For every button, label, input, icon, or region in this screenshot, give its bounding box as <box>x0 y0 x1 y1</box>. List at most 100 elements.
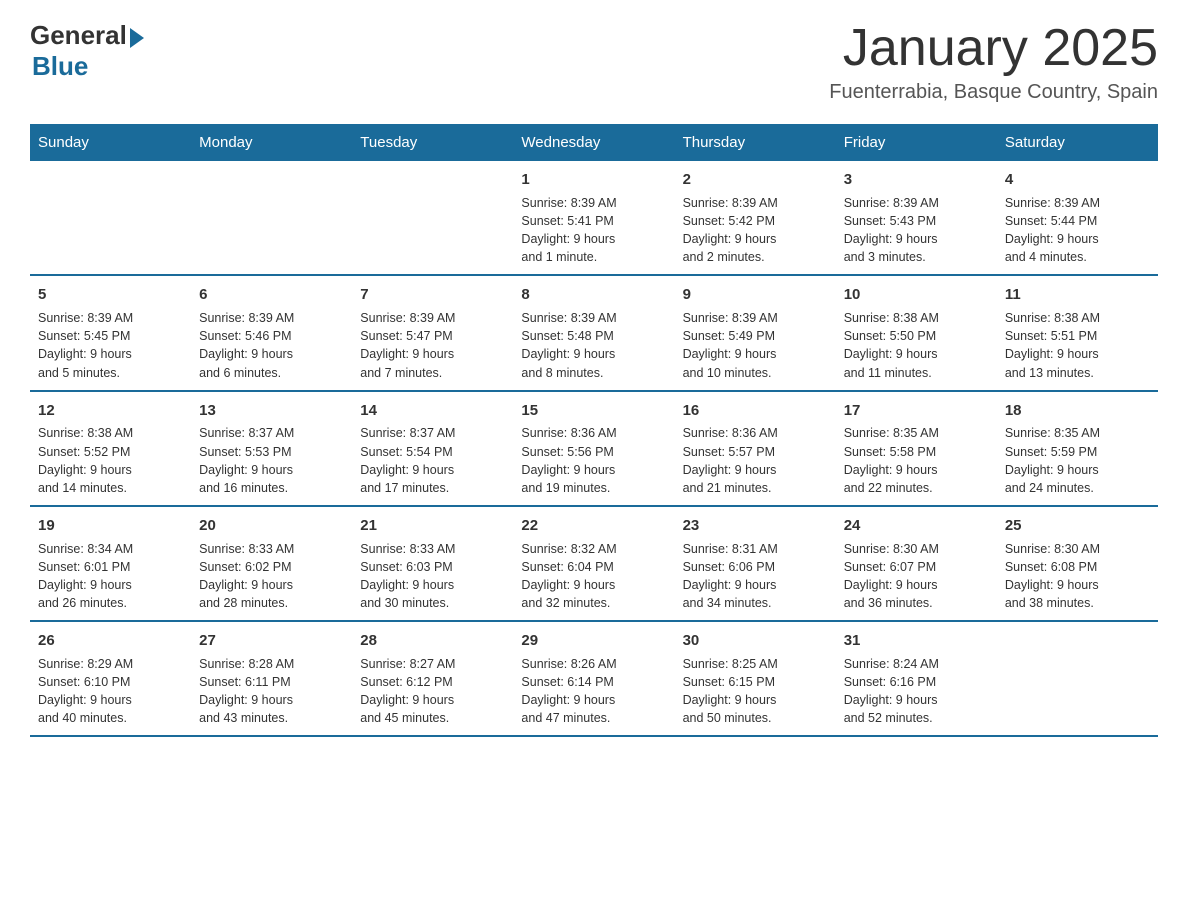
day-info: Sunrise: 8:29 AM Sunset: 6:10 PM Dayligh… <box>38 655 183 728</box>
logo-arrow-icon <box>130 28 144 48</box>
page-title: January 2025 <box>829 20 1158 77</box>
calendar-cell: 23 Sunrise: 8:31 AM Sunset: 6:06 PM Dayli… <box>675 506 836 621</box>
calendar-cell: 30 Sunrise: 8:25 AM Sunset: 6:15 PM Dayli… <box>675 621 836 736</box>
calendar-cell: 22 Sunrise: 8:32 AM Sunset: 6:04 PM Dayli… <box>513 506 674 621</box>
day-info: Sunrise: 8:30 AM Sunset: 6:07 PM Dayligh… <box>844 540 989 613</box>
day-info: Sunrise: 8:36 AM Sunset: 5:56 PM Dayligh… <box>521 424 666 497</box>
day-number: 5 <box>38 284 183 306</box>
logo-blue-text: Blue <box>32 51 88 82</box>
calendar-cell: 6 Sunrise: 8:39 AM Sunset: 5:46 PM Daylig… <box>191 275 352 390</box>
calendar-cell: 25Sunrise: 8:30 AM Sunset: 6:08 PM Dayli… <box>997 506 1158 621</box>
day-number: 9 <box>683 284 828 306</box>
day-info: Sunrise: 8:38 AM Sunset: 5:51 PM Dayligh… <box>1005 309 1150 382</box>
calendar-cell: 29Sunrise: 8:26 AM Sunset: 6:14 PM Dayli… <box>513 621 674 736</box>
day-info: Sunrise: 8:35 AM Sunset: 5:58 PM Dayligh… <box>844 424 989 497</box>
day-number: 11 <box>1005 284 1150 306</box>
day-number: 14 <box>360 400 505 422</box>
day-info: Sunrise: 8:39 AM Sunset: 5:46 PM Dayligh… <box>199 309 344 382</box>
day-number: 15 <box>521 400 666 422</box>
day-number: 10 <box>844 284 989 306</box>
week-row-0: 1 Sunrise: 8:39 AM Sunset: 5:41 PM Daylig… <box>30 161 1158 275</box>
calendar-cell <box>30 161 191 275</box>
page-subtitle: Fuenterrabia, Basque Country, Spain <box>829 81 1158 104</box>
day-number: 6 <box>199 284 344 306</box>
calendar-cell: 2 Sunrise: 8:39 AM Sunset: 5:42 PM Daylig… <box>675 161 836 275</box>
header-saturday: Saturday <box>997 124 1158 161</box>
day-info: Sunrise: 8:37 AM Sunset: 5:53 PM Dayligh… <box>199 424 344 497</box>
calendar-cell: 28 Sunrise: 8:27 AM Sunset: 6:12 PM Dayli… <box>352 621 513 736</box>
calendar-cell: 10Sunrise: 8:38 AM Sunset: 5:50 PM Dayli… <box>836 275 997 390</box>
calendar-cell: 14Sunrise: 8:37 AM Sunset: 5:54 PM Dayli… <box>352 391 513 506</box>
day-number: 21 <box>360 515 505 537</box>
day-number: 16 <box>683 400 828 422</box>
header-friday: Friday <box>836 124 997 161</box>
day-number: 28 <box>360 630 505 652</box>
day-info: Sunrise: 8:39 AM Sunset: 5:44 PM Dayligh… <box>1005 194 1150 267</box>
calendar-cell: 21 Sunrise: 8:33 AM Sunset: 6:03 PM Dayli… <box>352 506 513 621</box>
day-number: 3 <box>844 169 989 191</box>
calendar-cell: 26 Sunrise: 8:29 AM Sunset: 6:10 PM Dayli… <box>30 621 191 736</box>
day-info: Sunrise: 8:35 AM Sunset: 5:59 PM Dayligh… <box>1005 424 1150 497</box>
calendar-cell: 27 Sunrise: 8:28 AM Sunset: 6:11 PM Dayli… <box>191 621 352 736</box>
day-info: Sunrise: 8:39 AM Sunset: 5:45 PM Dayligh… <box>38 309 183 382</box>
calendar-cell: 17Sunrise: 8:35 AM Sunset: 5:58 PM Dayli… <box>836 391 997 506</box>
header-sunday: Sunday <box>30 124 191 161</box>
day-info: Sunrise: 8:33 AM Sunset: 6:03 PM Dayligh… <box>360 540 505 613</box>
day-info: Sunrise: 8:37 AM Sunset: 5:54 PM Dayligh… <box>360 424 505 497</box>
day-info: Sunrise: 8:39 AM Sunset: 5:41 PM Dayligh… <box>521 194 666 267</box>
calendar-header: SundayMondayTuesdayWednesdayThursdayFrid… <box>30 124 1158 161</box>
day-info: Sunrise: 8:34 AM Sunset: 6:01 PM Dayligh… <box>38 540 183 613</box>
calendar-cell <box>352 161 513 275</box>
calendar-cell <box>191 161 352 275</box>
page-header: General Blue January 2025 Fuenterrabia, … <box>30 20 1158 104</box>
day-number: 17 <box>844 400 989 422</box>
day-number: 12 <box>38 400 183 422</box>
week-row-2: 12Sunrise: 8:38 AM Sunset: 5:52 PM Dayli… <box>30 391 1158 506</box>
week-row-1: 5 Sunrise: 8:39 AM Sunset: 5:45 PM Daylig… <box>30 275 1158 390</box>
day-number: 30 <box>683 630 828 652</box>
header-thursday: Thursday <box>675 124 836 161</box>
day-info: Sunrise: 8:36 AM Sunset: 5:57 PM Dayligh… <box>683 424 828 497</box>
day-info: Sunrise: 8:30 AM Sunset: 6:08 PM Dayligh… <box>1005 540 1150 613</box>
day-number: 1 <box>521 169 666 191</box>
day-info: Sunrise: 8:39 AM Sunset: 5:42 PM Dayligh… <box>683 194 828 267</box>
day-info: Sunrise: 8:39 AM Sunset: 5:43 PM Dayligh… <box>844 194 989 267</box>
day-number: 19 <box>38 515 183 537</box>
day-number: 23 <box>683 515 828 537</box>
calendar-cell: 11 Sunrise: 8:38 AM Sunset: 5:51 PM Dayli… <box>997 275 1158 390</box>
week-row-4: 26 Sunrise: 8:29 AM Sunset: 6:10 PM Dayli… <box>30 621 1158 736</box>
day-number: 7 <box>360 284 505 306</box>
day-number: 31 <box>844 630 989 652</box>
day-number: 22 <box>521 515 666 537</box>
calendar-cell: 1 Sunrise: 8:39 AM Sunset: 5:41 PM Daylig… <box>513 161 674 275</box>
day-info: Sunrise: 8:39 AM Sunset: 5:48 PM Dayligh… <box>521 309 666 382</box>
day-number: 29 <box>521 630 666 652</box>
calendar-cell: 4 Sunrise: 8:39 AM Sunset: 5:44 PM Daylig… <box>997 161 1158 275</box>
day-info: Sunrise: 8:38 AM Sunset: 5:52 PM Dayligh… <box>38 424 183 497</box>
day-info: Sunrise: 8:32 AM Sunset: 6:04 PM Dayligh… <box>521 540 666 613</box>
calendar-table: SundayMondayTuesdayWednesdayThursdayFrid… <box>30 124 1158 737</box>
day-info: Sunrise: 8:28 AM Sunset: 6:11 PM Dayligh… <box>199 655 344 728</box>
calendar-cell: 19 Sunrise: 8:34 AM Sunset: 6:01 PM Dayli… <box>30 506 191 621</box>
day-info: Sunrise: 8:25 AM Sunset: 6:15 PM Dayligh… <box>683 655 828 728</box>
day-number: 24 <box>844 515 989 537</box>
logo-general-text: General <box>30 20 127 51</box>
day-number: 8 <box>521 284 666 306</box>
title-section: January 2025 Fuenterrabia, Basque Countr… <box>829 20 1158 104</box>
day-info: Sunrise: 8:27 AM Sunset: 6:12 PM Dayligh… <box>360 655 505 728</box>
day-number: 27 <box>199 630 344 652</box>
header-monday: Monday <box>191 124 352 161</box>
calendar-cell: 12Sunrise: 8:38 AM Sunset: 5:52 PM Dayli… <box>30 391 191 506</box>
day-info: Sunrise: 8:31 AM Sunset: 6:06 PM Dayligh… <box>683 540 828 613</box>
header-tuesday: Tuesday <box>352 124 513 161</box>
day-number: 4 <box>1005 169 1150 191</box>
calendar-cell: 18Sunrise: 8:35 AM Sunset: 5:59 PM Dayli… <box>997 391 1158 506</box>
day-number: 20 <box>199 515 344 537</box>
calendar-cell: 20 Sunrise: 8:33 AM Sunset: 6:02 PM Dayli… <box>191 506 352 621</box>
day-number: 26 <box>38 630 183 652</box>
day-info: Sunrise: 8:33 AM Sunset: 6:02 PM Dayligh… <box>199 540 344 613</box>
calendar-cell: 8 Sunrise: 8:39 AM Sunset: 5:48 PM Daylig… <box>513 275 674 390</box>
day-number: 13 <box>199 400 344 422</box>
day-number: 2 <box>683 169 828 191</box>
header-row: SundayMondayTuesdayWednesdayThursdayFrid… <box>30 124 1158 161</box>
